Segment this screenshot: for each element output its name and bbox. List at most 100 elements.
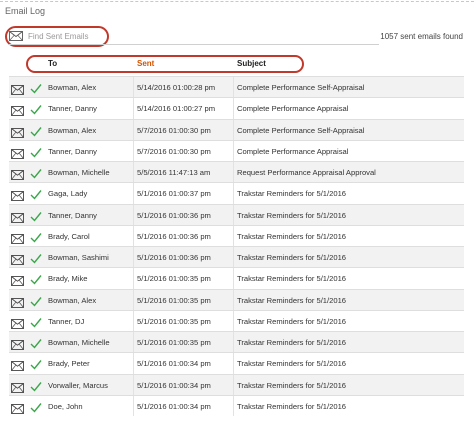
column-divider <box>133 225 134 246</box>
column-divider <box>133 310 134 331</box>
envelope-icon[interactable] <box>11 231 24 244</box>
envelope-icon[interactable] <box>11 82 24 95</box>
search-input[interactable] <box>28 30 104 43</box>
table-row[interactable]: Doe, John 5/1/2016 01:00:34 pm Trakstar Re… <box>9 394 464 416</box>
cell-subject: Trakstar Reminders for 5/1/2016 <box>237 401 347 411</box>
envelope-icon[interactable] <box>11 380 24 393</box>
cell-sent: 5/1/2016 01:00:34 pm <box>137 401 211 411</box>
checkmark-icon <box>30 400 42 413</box>
cell-to: Brady, Carol <box>48 231 90 241</box>
column-divider <box>233 247 234 268</box>
checkmark-icon <box>30 124 42 137</box>
table-row[interactable]: Gaga, Lady 5/1/2016 01:00:37 pm Trakstar R… <box>9 182 464 204</box>
table-row[interactable]: Tanner, Danny 5/14/2016 01:00:27 pm Comple… <box>9 97 464 119</box>
cell-subject: Trakstar Reminders for 5/1/2016 <box>237 338 347 347</box>
column-divider <box>233 183 234 204</box>
cell-to: Bowman, Alex <box>48 295 97 305</box>
column-header-to[interactable]: To <box>48 59 57 68</box>
cell-subject: Trakstar Reminders for 5/1/2016 <box>237 274 347 284</box>
table-row[interactable]: Bowman, Michelle 5/5/2016 11:47:13 am Requ… <box>9 161 464 183</box>
column-divider <box>133 162 134 183</box>
table-row[interactable]: Tanner, Danny 5/7/2016 01:00:30 pm Complet… <box>9 139 464 161</box>
top-dashed-border <box>0 1 474 2</box>
cell-subject: Trakstar Reminders for 5/1/2016 <box>237 380 347 390</box>
search-underline <box>8 44 379 45</box>
column-divider <box>133 353 134 374</box>
checkmark-icon <box>30 357 42 370</box>
cell-subject: Trakstar Reminders for 5/1/2016 <box>237 210 347 220</box>
table-row[interactable]: Tanner, DJ 5/1/2016 01:00:35 pm Trakstar R… <box>9 309 464 331</box>
column-header-subject[interactable]: Subject <box>237 59 266 68</box>
cell-subject: Complete Performance Appraisal <box>237 146 349 156</box>
column-divider <box>233 225 234 246</box>
column-divider <box>133 204 134 225</box>
result-count: 1057 sent emails found <box>380 32 463 41</box>
cell-to: Bowman, Sashimi <box>48 253 109 262</box>
envelope-icon[interactable] <box>11 210 24 223</box>
table-row[interactable]: Brady, Carol 5/1/2016 01:00:36 pm Trakstar… <box>9 224 464 246</box>
envelope-icon[interactable] <box>11 273 24 287</box>
cell-to: Tanner, Danny <box>48 210 97 220</box>
table-row[interactable]: Bowman, Sashimi 5/1/2016 01:00:36 pm Traks… <box>9 246 464 268</box>
envelope-icon[interactable] <box>11 295 24 308</box>
envelope-icon[interactable] <box>11 401 24 414</box>
envelope-icon[interactable] <box>11 167 24 180</box>
cell-to: Bowman, Michelle <box>48 338 110 347</box>
table-row[interactable]: Bowman, Alex 5/14/2016 01:00:28 pm Complet… <box>9 76 464 98</box>
column-divider <box>233 332 234 353</box>
checkmark-icon <box>30 209 42 222</box>
cell-subject: Trakstar Reminders for 5/1/2016 <box>237 231 347 241</box>
column-divider <box>133 183 134 204</box>
checkmark-icon <box>30 315 42 328</box>
envelope-icon[interactable] <box>11 103 24 117</box>
column-divider <box>233 98 234 119</box>
table-row[interactable]: Vorwaller, Marcus 5/1/2016 01:00:34 pm Tra… <box>9 373 464 395</box>
cell-sent: 5/5/2016 11:47:13 am <box>137 168 211 177</box>
column-divider <box>233 353 234 374</box>
envelope-icon[interactable] <box>11 316 24 329</box>
column-divider <box>233 289 234 310</box>
cell-subject: Complete Performance Appraisal <box>237 104 349 114</box>
cell-subject: Trakstar Reminders for 5/1/2016 <box>237 189 347 199</box>
envelope-icon[interactable] <box>11 252 24 265</box>
envelope-icon[interactable] <box>11 188 24 202</box>
table-row[interactable]: Tanner, Danny 5/1/2016 01:00:36 pm Traksta… <box>9 203 464 225</box>
cell-subject: Trakstar Reminders for 5/1/2016 <box>237 295 347 305</box>
envelope-icon[interactable] <box>11 146 24 159</box>
checkmark-icon <box>30 187 42 200</box>
table-row[interactable]: Bowman, Michelle 5/1/2016 01:00:35 pm Trak… <box>9 331 464 353</box>
cell-subject: Trakstar Reminders for 5/1/2016 <box>237 359 347 369</box>
column-divider <box>233 162 234 183</box>
cell-to: Brady, Mike <box>48 274 88 284</box>
cell-to: Doe, John <box>48 401 83 411</box>
table-row[interactable]: Bowman, Alex 5/7/2016 01:00:30 pm Complete… <box>9 118 464 140</box>
column-divider <box>233 268 234 289</box>
table-row[interactable]: Brady, Peter 5/1/2016 01:00:34 pm Trakstar… <box>9 352 464 374</box>
envelope-icon[interactable] <box>11 337 24 350</box>
cell-to: Vorwaller, Marcus <box>48 380 108 390</box>
cell-sent: 5/1/2016 01:00:35 pm <box>137 316 211 326</box>
checkmark-icon <box>30 251 42 264</box>
column-divider <box>233 204 234 225</box>
checkmark-icon <box>30 102 42 115</box>
table-row[interactable]: Bowman, Alex 5/1/2016 01:00:35 pm Trakstar… <box>9 288 464 310</box>
column-divider <box>233 119 234 140</box>
envelope-icon[interactable] <box>11 125 24 138</box>
envelope-icon[interactable] <box>11 358 24 372</box>
table-row[interactable]: Brady, Mike 5/1/2016 01:00:35 pm Trakstar … <box>9 267 464 289</box>
cell-sent: 5/14/2016 01:00:28 pm <box>137 83 216 92</box>
column-divider <box>233 374 234 395</box>
column-divider <box>233 77 234 98</box>
column-divider <box>233 310 234 331</box>
cell-sent: 5/7/2016 01:00:30 pm <box>137 146 211 156</box>
checkmark-icon <box>30 81 42 94</box>
checkmark-icon <box>30 294 42 307</box>
cell-to: Bowman, Alex <box>48 125 97 135</box>
column-header-sent[interactable]: Sent <box>137 59 154 68</box>
cell-subject: Complete Performance Self-Appraisal <box>237 83 365 92</box>
column-divider <box>233 140 234 161</box>
cell-sent: 5/1/2016 01:00:35 pm <box>137 274 211 284</box>
cell-sent: 5/1/2016 01:00:36 pm <box>137 253 211 262</box>
cell-sent: 5/1/2016 01:00:36 pm <box>137 210 211 220</box>
checkmark-icon <box>30 336 42 349</box>
